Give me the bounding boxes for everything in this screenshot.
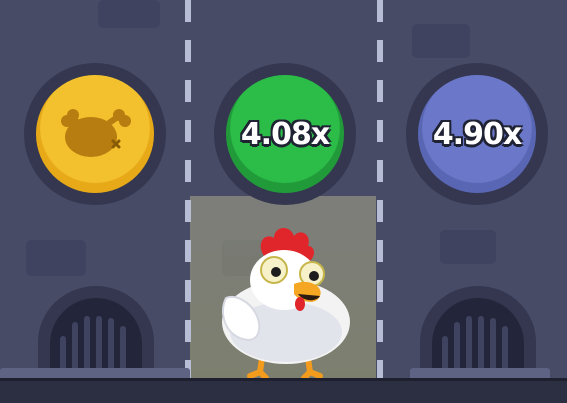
wall-brick [440,230,496,264]
coin-face: 4.90x [418,75,536,193]
lane-divider [377,0,383,378]
wall-brick [98,0,160,28]
lane-divider [185,0,191,378]
sewer-grate-left [38,286,154,380]
collected-coin [24,63,166,205]
sewer-grate-right [420,286,536,380]
chicken-icon [222,227,350,378]
multiplier-label: 4.90x [432,116,522,152]
wall-brick [412,24,470,58]
coin-face [36,75,154,193]
chicken-bones-icon [61,109,131,157]
multiplier-coin-current[interactable]: 4.08x [214,63,356,205]
coin-face: 4.08x [226,75,344,193]
wall-brick [26,240,86,276]
game-scene: 4.08x 4.90x [0,0,567,403]
street-floor [0,378,567,403]
multiplier-label: 4.08x [240,116,330,152]
multiplier-coin-next[interactable]: 4.90x [406,63,548,205]
